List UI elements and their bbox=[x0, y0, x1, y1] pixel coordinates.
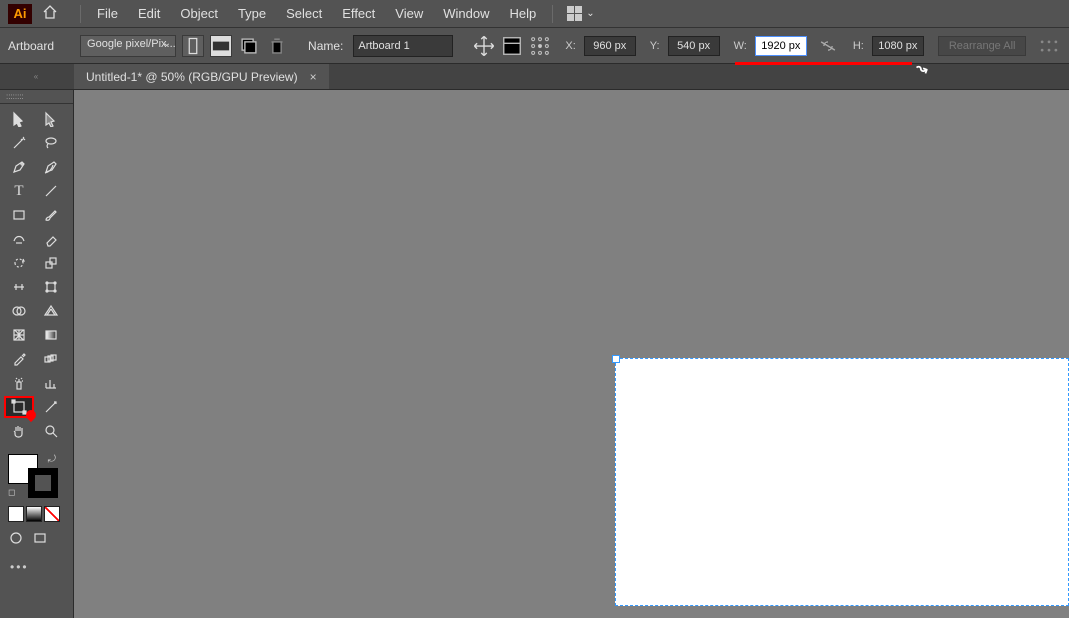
color-mode-none[interactable] bbox=[44, 506, 60, 522]
blend-tool[interactable] bbox=[36, 348, 66, 370]
shaper-tool[interactable] bbox=[4, 228, 34, 250]
home-icon[interactable] bbox=[38, 5, 62, 22]
gradient-tool[interactable] bbox=[36, 324, 66, 346]
color-mode-gradient[interactable] bbox=[26, 506, 42, 522]
separator bbox=[552, 5, 553, 23]
w-label: W: bbox=[734, 40, 747, 52]
pen-tool[interactable] bbox=[4, 156, 34, 178]
paintbrush-tool[interactable] bbox=[36, 204, 66, 226]
artboard-options-icon[interactable] bbox=[501, 35, 523, 57]
artboard-preset-dropdown[interactable]: Google pixel/Pix... bbox=[80, 35, 176, 57]
rearrange-all-button[interactable]: Rearrange All bbox=[938, 36, 1027, 56]
magic-wand-tool[interactable] bbox=[4, 132, 34, 154]
chevron-down-icon: ⌄ bbox=[586, 8, 594, 19]
color-modes bbox=[0, 504, 73, 524]
symbol-sprayer-tool[interactable] bbox=[4, 372, 34, 394]
width-tool[interactable] bbox=[4, 276, 34, 298]
close-tab-icon[interactable]: × bbox=[310, 70, 317, 84]
menu-help[interactable]: Help bbox=[499, 2, 546, 25]
orientation-landscape-icon[interactable] bbox=[210, 35, 232, 57]
artboard-tool[interactable] bbox=[4, 396, 34, 418]
name-label: Name: bbox=[308, 39, 343, 53]
menu-object[interactable]: Object bbox=[170, 2, 228, 25]
orientation-portrait-icon[interactable] bbox=[182, 35, 204, 57]
draw-screen-modes bbox=[0, 524, 73, 552]
menu-effect[interactable]: Effect bbox=[332, 2, 385, 25]
resize-handle-nw[interactable] bbox=[612, 355, 620, 363]
annotation-underline bbox=[735, 62, 912, 65]
artboard-name-input[interactable] bbox=[353, 35, 453, 57]
menu-edit[interactable]: Edit bbox=[128, 2, 170, 25]
h-label: H: bbox=[853, 40, 864, 52]
grid-icon bbox=[567, 6, 582, 21]
curvature-tool[interactable] bbox=[36, 156, 66, 178]
selection-tool[interactable] bbox=[4, 108, 34, 130]
default-fill-stroke-icon[interactable]: ◻ bbox=[8, 487, 15, 498]
y-input[interactable] bbox=[668, 36, 720, 56]
delete-artboard-icon[interactable] bbox=[266, 35, 288, 57]
move-with-artboard-icon[interactable] bbox=[473, 35, 495, 57]
column-graph-tool[interactable] bbox=[36, 372, 66, 394]
type-tool[interactable]: T bbox=[4, 180, 34, 202]
new-artboard-icon[interactable] bbox=[238, 35, 260, 57]
edit-toolbar-icon[interactable]: ••• bbox=[0, 552, 73, 582]
menu-file[interactable]: File bbox=[87, 2, 128, 25]
link-wh-icon[interactable] bbox=[817, 35, 839, 57]
eraser-tool[interactable] bbox=[36, 228, 66, 250]
reference-point-icon[interactable] bbox=[529, 35, 551, 57]
color-mode-solid[interactable] bbox=[8, 506, 24, 522]
menu-bar: Ai File Edit Object Type Select Effect V… bbox=[0, 0, 1069, 28]
perspective-grid-tool[interactable] bbox=[36, 300, 66, 322]
swap-fill-stroke-icon[interactable]: ⤾ bbox=[48, 454, 56, 465]
separator bbox=[80, 5, 81, 23]
direct-selection-tool[interactable] bbox=[36, 108, 66, 130]
lasso-tool[interactable] bbox=[36, 132, 66, 154]
height-input[interactable] bbox=[872, 36, 924, 56]
menu-select[interactable]: Select bbox=[276, 2, 332, 25]
fill-stroke-swatch[interactable]: ⤾ ◻ bbox=[8, 454, 58, 498]
slice-tool[interactable] bbox=[36, 396, 66, 418]
rotate-tool[interactable] bbox=[4, 252, 34, 274]
stroke-color[interactable] bbox=[28, 468, 58, 498]
screen-mode-icon[interactable] bbox=[32, 530, 48, 546]
free-transform-tool[interactable] bbox=[36, 276, 66, 298]
scale-tool[interactable] bbox=[36, 252, 66, 274]
panel-drag-handle[interactable]: « bbox=[0, 64, 74, 89]
draw-mode-icon[interactable] bbox=[8, 530, 24, 546]
document-tabs: « Untitled-1* @ 50% (RGB/GPU Preview) × bbox=[0, 64, 1069, 90]
line-tool[interactable] bbox=[36, 180, 66, 202]
eyedropper-tool[interactable] bbox=[4, 348, 34, 370]
more-options-icon[interactable] bbox=[1038, 35, 1060, 57]
document-tab-title: Untitled-1* @ 50% (RGB/GPU Preview) bbox=[86, 70, 298, 84]
artboard[interactable] bbox=[615, 358, 1069, 606]
x-input[interactable] bbox=[584, 36, 636, 56]
canvas-area[interactable] bbox=[74, 90, 1069, 618]
document-tab[interactable]: Untitled-1* @ 50% (RGB/GPU Preview) × bbox=[74, 64, 329, 89]
menu-window[interactable]: Window bbox=[433, 2, 499, 25]
tools-panel: :::::::: T ⤾ ◻ bbox=[0, 90, 74, 618]
rectangle-tool[interactable] bbox=[4, 204, 34, 226]
tools-collapse[interactable]: :::::::: bbox=[0, 90, 73, 104]
x-label: X: bbox=[565, 40, 575, 52]
y-label: Y: bbox=[650, 40, 660, 52]
app-logo: Ai bbox=[8, 4, 32, 24]
menu-type[interactable]: Type bbox=[228, 2, 276, 25]
shape-builder-tool[interactable] bbox=[4, 300, 34, 322]
zoom-tool[interactable] bbox=[36, 420, 66, 442]
hand-tool[interactable] bbox=[4, 420, 34, 442]
workspace-switcher[interactable]: ⌄ bbox=[567, 6, 594, 21]
menu-view[interactable]: View bbox=[385, 2, 433, 25]
width-input[interactable] bbox=[755, 36, 807, 56]
mesh-tool[interactable] bbox=[4, 324, 34, 346]
control-bar: Artboard Google pixel/Pix... Name: X: Y:… bbox=[0, 28, 1069, 64]
active-tool-label: Artboard bbox=[8, 39, 54, 53]
